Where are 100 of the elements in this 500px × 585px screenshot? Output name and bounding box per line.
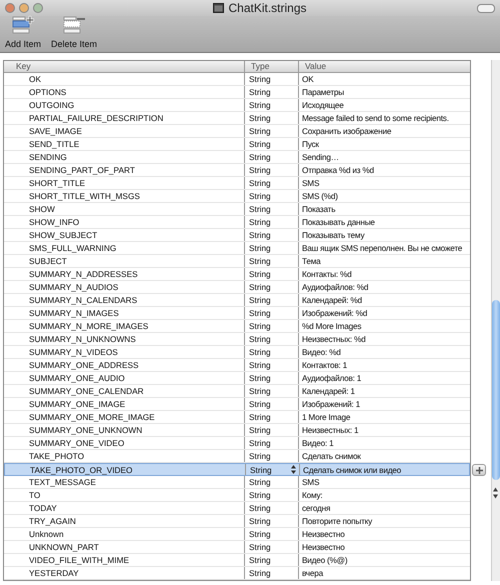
stepper-icon[interactable] bbox=[291, 465, 296, 474]
add-button[interactable] bbox=[472, 464, 486, 476]
table-row[interactable]: SHOW_INFO String Показывать данные bbox=[4, 216, 470, 229]
value-cell: Изображений: %d bbox=[298, 307, 470, 319]
value-cell: вчера bbox=[298, 567, 470, 579]
add-item-button[interactable]: Add Item bbox=[2, 16, 44, 52]
column-header[interactable]: Type bbox=[244, 61, 298, 72]
toolbar-toggle-button[interactable] bbox=[477, 4, 495, 12]
close-button[interactable] bbox=[5, 3, 15, 13]
value-cell: SMS (%d) bbox=[298, 190, 470, 202]
minimize-button[interactable] bbox=[19, 3, 29, 13]
table-row[interactable]: TRY_AGAIN String Повторите попытку bbox=[4, 515, 470, 528]
table-row[interactable]: SUMMARY_ONE_IMAGE String Изображений: 1 bbox=[4, 398, 470, 411]
table-row[interactable]: SUMMARY_N_AUDIOS String Аудиофайлов: %d bbox=[4, 281, 470, 294]
value-cell: Контактов: 1 bbox=[298, 359, 470, 371]
key-cell-text: SHOW_INFO bbox=[28, 216, 80, 228]
value-cell: Сделать снимок или видео bbox=[299, 464, 470, 475]
scroll-thumb[interactable] bbox=[492, 300, 500, 480]
table-row[interactable]: VIDEO_FILE_WITH_MIME String Видео (%@) bbox=[4, 554, 470, 567]
table-row[interactable]: SEND_TITLE String Пуск bbox=[4, 138, 470, 151]
scroll-bar[interactable] bbox=[491, 60, 500, 581]
table-row[interactable]: TEXT_MESSAGE String SMS bbox=[4, 476, 470, 489]
type-cell: String bbox=[249, 229, 271, 241]
add-row-icon bbox=[12, 16, 34, 34]
value-cell: 1 More Image bbox=[298, 411, 470, 423]
key-cell-text: TAKE_PHOTO bbox=[28, 450, 86, 462]
type-cell: String bbox=[249, 307, 271, 319]
type-cell: String bbox=[249, 424, 271, 436]
table-row[interactable]: SUMMARY_ONE_VIDEO String Видео: 1 bbox=[4, 437, 470, 450]
table-row[interactable]: Unknown String Неизвестно bbox=[4, 528, 470, 541]
table-row[interactable]: TO String Кому: bbox=[4, 489, 470, 502]
table-row[interactable]: SUMMARY_ONE_ADDRESS String Контактов: 1 bbox=[4, 359, 470, 372]
type-cell: String bbox=[249, 281, 271, 293]
column-header[interactable]: Key bbox=[4, 61, 244, 72]
table-row[interactable]: SUMMARY_N_CALENDARS String Календарей: %d bbox=[4, 294, 470, 307]
key-cell-text: VIDEO_FILE_WITH_MIME bbox=[28, 554, 130, 566]
type-cell: String bbox=[249, 216, 271, 228]
table-row[interactable]: SHORT_TITLE_WITH_MSGS String SMS (%d) bbox=[4, 190, 470, 203]
key-cell-text: SENDING_PART_OF_PART bbox=[28, 164, 136, 176]
key-cell-text: TAKE_PHOTO_OR_VIDEO bbox=[29, 464, 134, 475]
table-row[interactable]: OPTIONS String Параметры bbox=[4, 86, 470, 99]
key-cell-text: SUMMARY_N_MORE_IMAGES bbox=[28, 320, 150, 332]
value-cell: сегодня bbox=[298, 502, 470, 514]
table-row[interactable]: TODAY String сегодня bbox=[4, 502, 470, 515]
table-row[interactable]: SAVE_IMAGE String Сохранить изображение bbox=[4, 125, 470, 138]
value-cell: Контакты: %d bbox=[298, 268, 470, 280]
type-cell: String bbox=[249, 528, 271, 540]
type-cell: String bbox=[249, 190, 271, 202]
key-cell-text: SHORT_TITLE bbox=[28, 177, 86, 189]
table-row[interactable]: SENDING_PART_OF_PART String Отправка %d из %d bbox=[4, 164, 470, 177]
key-cell-text: UNKNOWN_PART bbox=[28, 541, 100, 553]
table-row[interactable]: SUMMARY_ONE_UNKNOWN String Неизвестных: 1 bbox=[4, 424, 470, 437]
table-row[interactable]: SUMMARY_ONE_MORE_IMAGE String 1 More Image bbox=[4, 411, 470, 424]
value-cell: Неизвестно bbox=[298, 541, 470, 553]
value-cell: Sending… bbox=[298, 151, 470, 163]
table-row[interactable]: SUMMARY_ONE_AUDIO String Аудиофайлов: 1 bbox=[4, 372, 470, 385]
value-cell: Календарей: 1 bbox=[298, 385, 470, 397]
table-row[interactable]: SUMMARY_N_VIDEOS String Видео: %d bbox=[4, 346, 470, 359]
value-cell: Видео: 1 bbox=[298, 437, 470, 449]
table-row[interactable]: TAKE_PHOTO_OR_VIDEO String Сделать снимок или видео bbox=[4, 463, 470, 476]
table-row[interactable]: PARTIAL_FAILURE_DESCRIPTION String Message failed to send to some recipients. bbox=[4, 112, 470, 125]
type-cell: String bbox=[249, 138, 271, 150]
key-cell-text: SUMMARY_N_CALENDARS bbox=[28, 294, 138, 306]
key-cell-text: TO bbox=[28, 489, 42, 501]
window-title: ChatKit.strings bbox=[228, 1, 307, 15]
table-row[interactable]: SHOW_SUBJECT String Показывать тему bbox=[4, 229, 470, 242]
table-row[interactable]: SUMMARY_N_ADDRESSES String Контакты: %d bbox=[4, 268, 470, 281]
key-cell-text: SUMMARY_ONE_AUDIO bbox=[28, 372, 126, 384]
table-row[interactable]: OUTGOING String Исходящее bbox=[4, 99, 470, 112]
delete-item-button[interactable]: Delete Item bbox=[48, 16, 100, 52]
table-row[interactable]: SUMMARY_N_IMAGES String Изображений: %d bbox=[4, 307, 470, 320]
table-row[interactable]: SUMMARY_N_MORE_IMAGES String %d More Images bbox=[4, 320, 470, 333]
table-row[interactable]: OK String OK bbox=[4, 73, 470, 86]
key-cell-text: SAVE_IMAGE bbox=[28, 125, 83, 137]
table-row[interactable]: SHOW String Показать bbox=[4, 203, 470, 216]
table-row[interactable]: SUMMARY_N_UNKNOWNS String Неизвестных: %d bbox=[4, 333, 470, 346]
table-row[interactable]: UNKNOWN_PART String Неизвестно bbox=[4, 541, 470, 554]
table-row[interactable]: YESTERDAY String вчера bbox=[4, 567, 470, 580]
table-row[interactable]: SENDING String Sending… bbox=[4, 151, 470, 164]
type-cell: String bbox=[249, 372, 271, 384]
type-cell: String bbox=[249, 450, 271, 462]
key-cell-text: SUMMARY_ONE_ADDRESS bbox=[28, 359, 140, 371]
table-row[interactable]: SHORT_TITLE String SMS bbox=[4, 177, 470, 190]
type-cell: String bbox=[249, 242, 271, 254]
table-row[interactable]: SMS_FULL_WARNING String Ваш ящик SMS переполнен. Вы не сможете bbox=[4, 242, 470, 255]
delete-row-icon bbox=[63, 16, 86, 34]
value-cell: Изображений: 1 bbox=[298, 398, 470, 410]
value-cell: Календарей: %d bbox=[298, 294, 470, 306]
type-cell: String bbox=[249, 294, 271, 306]
value-cell: SMS bbox=[298, 476, 470, 488]
zoom-button[interactable] bbox=[33, 3, 43, 13]
table-row[interactable]: SUBJECT String Тема bbox=[4, 255, 470, 268]
key-cell-text: SHOW_SUBJECT bbox=[28, 229, 98, 241]
key-cell-text: SUMMARY_ONE_CALENDAR bbox=[28, 385, 145, 397]
table-row[interactable]: SUMMARY_ONE_CALENDAR String Календарей: 1 bbox=[4, 385, 470, 398]
value-cell: Ваш ящик SMS переполнен. Вы не сможете bbox=[298, 242, 470, 254]
key-cell-text: TEXT_MESSAGE bbox=[28, 476, 97, 488]
value-cell: OK bbox=[298, 73, 470, 85]
column-header[interactable]: Value bbox=[298, 61, 470, 72]
type-cell: String bbox=[249, 151, 271, 163]
